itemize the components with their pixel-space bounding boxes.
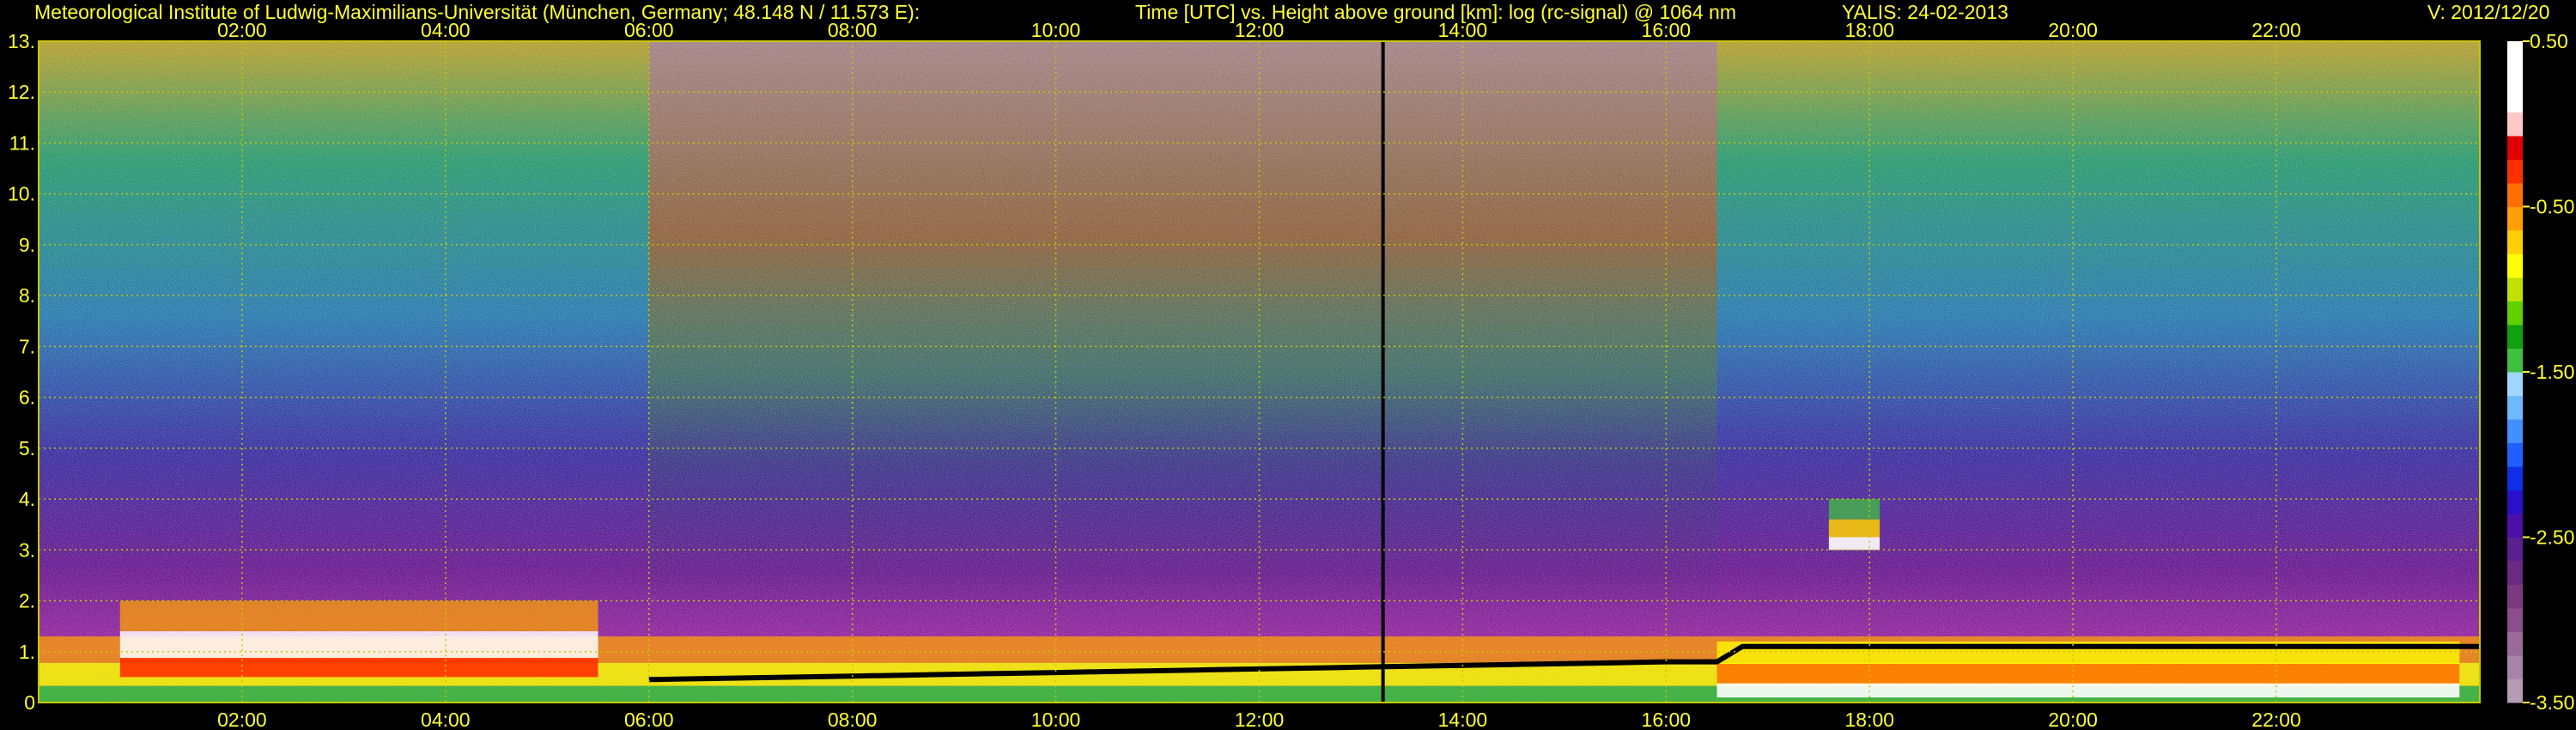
y-tick-label: 6. [19, 386, 35, 409]
colorbar-segment [2507, 608, 2523, 632]
x-tick-label-top: 16:00 [1642, 19, 1692, 41]
x-axis-top: 02:00 04:00 06:00 08:00 10:00 12:00 14:00 16:00… [217, 19, 2301, 41]
colorbar-segment [2507, 183, 2523, 207]
x-tick-label-bottom: 04:00 [421, 709, 471, 730]
colorbar-tick-label: 0.50 [2530, 30, 2568, 52]
colorbar-segment [2507, 41, 2523, 65]
feature-band-base [1828, 537, 1880, 551]
x-tick-label-bottom: 10:00 [1031, 709, 1081, 730]
y-tick-label: 1. [19, 641, 35, 663]
x-tick-label-top: 06:00 [624, 19, 674, 41]
x-tick-label-bottom: 08:00 [828, 709, 878, 730]
y-tick-label: 11. [9, 131, 35, 154]
colorbar-segment [2507, 372, 2523, 396]
colorbar-segment [2507, 325, 2523, 349]
x-tick-label-top: 12:00 [1235, 19, 1285, 41]
x-tick-label-top: 10:00 [1031, 19, 1081, 41]
colorbar-segment [2507, 584, 2523, 609]
x-tick-label-top: 04:00 [421, 19, 471, 41]
x-tick-label-bottom: 20:00 [2048, 709, 2098, 730]
colorbar-segment [2507, 490, 2523, 514]
y-tick-label: 9. [19, 234, 35, 256]
x-tick-label-top: 14:00 [1438, 19, 1488, 41]
colorbar-segment [2507, 395, 2523, 420]
x-tick-label-bottom: 14:00 [1438, 709, 1488, 730]
colorbar-segment [2507, 631, 2523, 656]
feature-elevated-layer [119, 600, 598, 678]
feature-band-base [1716, 683, 2460, 698]
y-axis: 0 1. 2. 3. 4. 5. 6. 7. 8. 9. 10. 11. 12. 13. [8, 30, 35, 714]
x-tick-label-bottom: 16:00 [1642, 709, 1692, 730]
colorbar-segment [2507, 159, 2523, 184]
colorbar-segment [2507, 348, 2523, 373]
colorbar-segment [2507, 537, 2523, 562]
x-tick-label-top: 18:00 [1844, 19, 1894, 41]
feature-band-base [119, 658, 598, 678]
y-tick-label: 2. [19, 590, 35, 612]
colorbar-segment [2507, 206, 2523, 231]
x-tick-label-bottom: 02:00 [217, 709, 267, 730]
y-tick-label: 13. [8, 30, 35, 52]
y-tick-label: 0 [24, 691, 35, 714]
feature-band-top [1828, 499, 1880, 520]
feature-isolated-cloud [1828, 499, 1880, 551]
colorbar-tick-label: -1.50 [2530, 361, 2574, 383]
x-tick-label-bottom: 06:00 [624, 709, 674, 730]
feature-band-mid [1828, 519, 1880, 538]
colorbar-segment [2507, 514, 2523, 538]
colorbar-segment [2507, 655, 2523, 679]
colorbar-segment [2507, 230, 2523, 254]
y-tick-label: 3. [19, 538, 35, 561]
y-tick-label: 5. [19, 437, 35, 459]
colorbar-segment [2507, 442, 2523, 467]
colorbar-segment [2507, 88, 2523, 113]
x-tick-label-top: 20:00 [2048, 19, 2098, 41]
y-tick-label: 7. [19, 335, 35, 357]
colorbar-segment [2507, 136, 2523, 160]
x-tick-label-bottom: 18:00 [1844, 709, 1894, 730]
x-tick-label-bottom: 12:00 [1235, 709, 1285, 730]
y-tick-label: 10. [8, 183, 35, 205]
x-tick-label-bottom: 22:00 [2251, 709, 2301, 730]
y-tick-label: 4. [19, 488, 35, 510]
colorbar: 0.50 -0.50 -1.50 -2.50 -3.50 [2507, 30, 2574, 714]
colorbar-tick-label: -2.50 [2530, 526, 2574, 549]
y-tick-label: 12. [8, 81, 35, 103]
lidar-chart: 02:00 04:00 06:00 08:00 10:00 12:00 14:00 16:00… [8, 19, 2574, 730]
colorbar-segment [2507, 419, 2523, 443]
colorbar-segment [2507, 253, 2523, 278]
y-tick-label: 8. [19, 284, 35, 307]
colorbar-segment [2507, 64, 2523, 89]
colorbar-tick-label: -0.50 [2530, 196, 2574, 218]
colorbar-segment [2507, 301, 2523, 325]
feature-band-mid [1716, 663, 2460, 684]
colorbar-tick-label: -3.50 [2530, 691, 2574, 714]
x-axis-bottom: 02:00 04:00 06:00 08:00 10:00 12:00 14:00 16:00… [217, 709, 2301, 730]
feature-band-mid [119, 631, 598, 659]
x-tick-label-top: 08:00 [828, 19, 878, 41]
colorbar-segment [2507, 678, 2523, 703]
x-tick-label-top: 02:00 [217, 19, 267, 41]
data-gap-line [1381, 41, 1385, 703]
colorbar-segment [2507, 561, 2523, 585]
feature-cloud-base [1716, 641, 2460, 698]
x-tick-label-top: 22:00 [2251, 19, 2301, 41]
feature-band-top [119, 600, 598, 632]
colorbar-segment [2507, 466, 2523, 490]
colorbar-segment [2507, 112, 2523, 137]
colorbar-segment [2507, 277, 2523, 301]
